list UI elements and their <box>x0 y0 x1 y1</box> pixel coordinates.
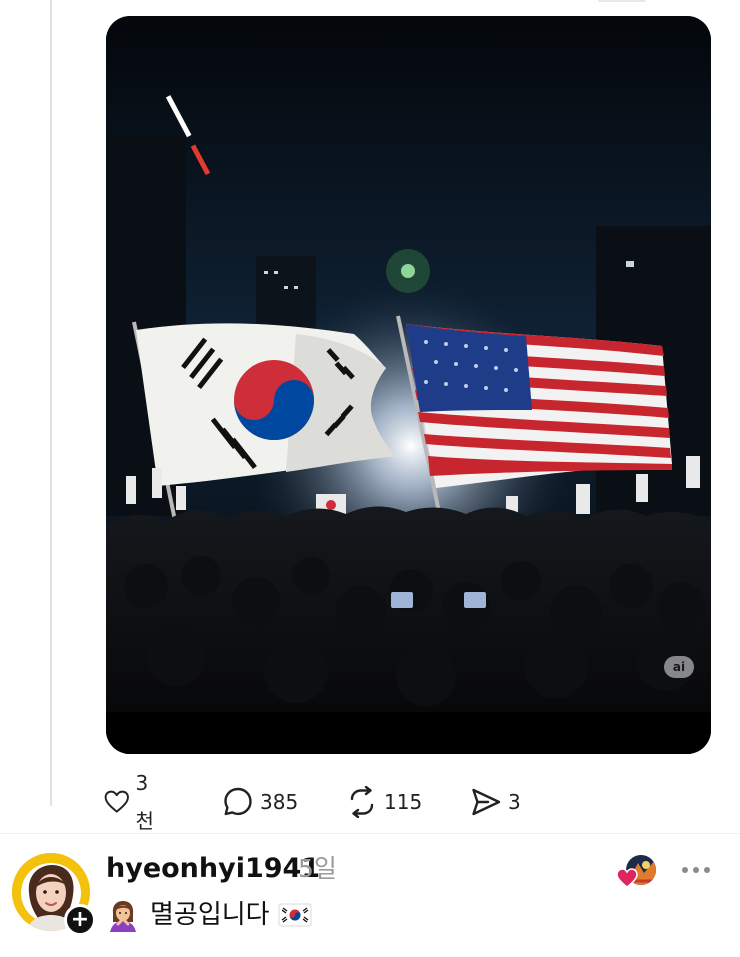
reply-timestamp: 5일 <box>298 854 337 883</box>
plus-icon: + <box>70 907 90 932</box>
send-icon <box>472 788 501 816</box>
more-icon[interactable] <box>680 860 712 880</box>
top-edge-line <box>598 0 646 2</box>
like-button[interactable]: 3천 <box>104 771 160 833</box>
like-count: 3천 <box>135 771 154 833</box>
repost-button[interactable]: 115 <box>346 783 422 821</box>
reply-divider <box>0 833 740 834</box>
comment-count: 385 <box>260 790 299 814</box>
share-button[interactable]: 3 <box>470 783 521 821</box>
south-korea-flag-icon <box>278 903 312 927</box>
heart-icon <box>104 790 129 813</box>
reply-username[interactable]: hyeonhyi1941 <box>106 852 320 886</box>
comment-button[interactable]: 385 <box>222 783 298 821</box>
follow-button[interactable]: + <box>64 904 96 936</box>
share-count: 3 <box>508 790 521 814</box>
comment-icon <box>224 787 252 816</box>
thread-line <box>50 0 52 806</box>
liked-heart-icon <box>616 868 638 888</box>
person-gesturing-icon <box>110 901 136 932</box>
repost-count: 115 <box>384 790 423 814</box>
post-image[interactable]: ai <box>106 16 711 754</box>
reply-text: 멸공입니다 <box>150 900 270 930</box>
repost-icon <box>350 786 374 818</box>
ai-badge[interactable]: ai <box>664 656 694 678</box>
reply-body: 멸공입니다 <box>106 895 312 935</box>
rally-flags-illustration <box>106 16 711 754</box>
